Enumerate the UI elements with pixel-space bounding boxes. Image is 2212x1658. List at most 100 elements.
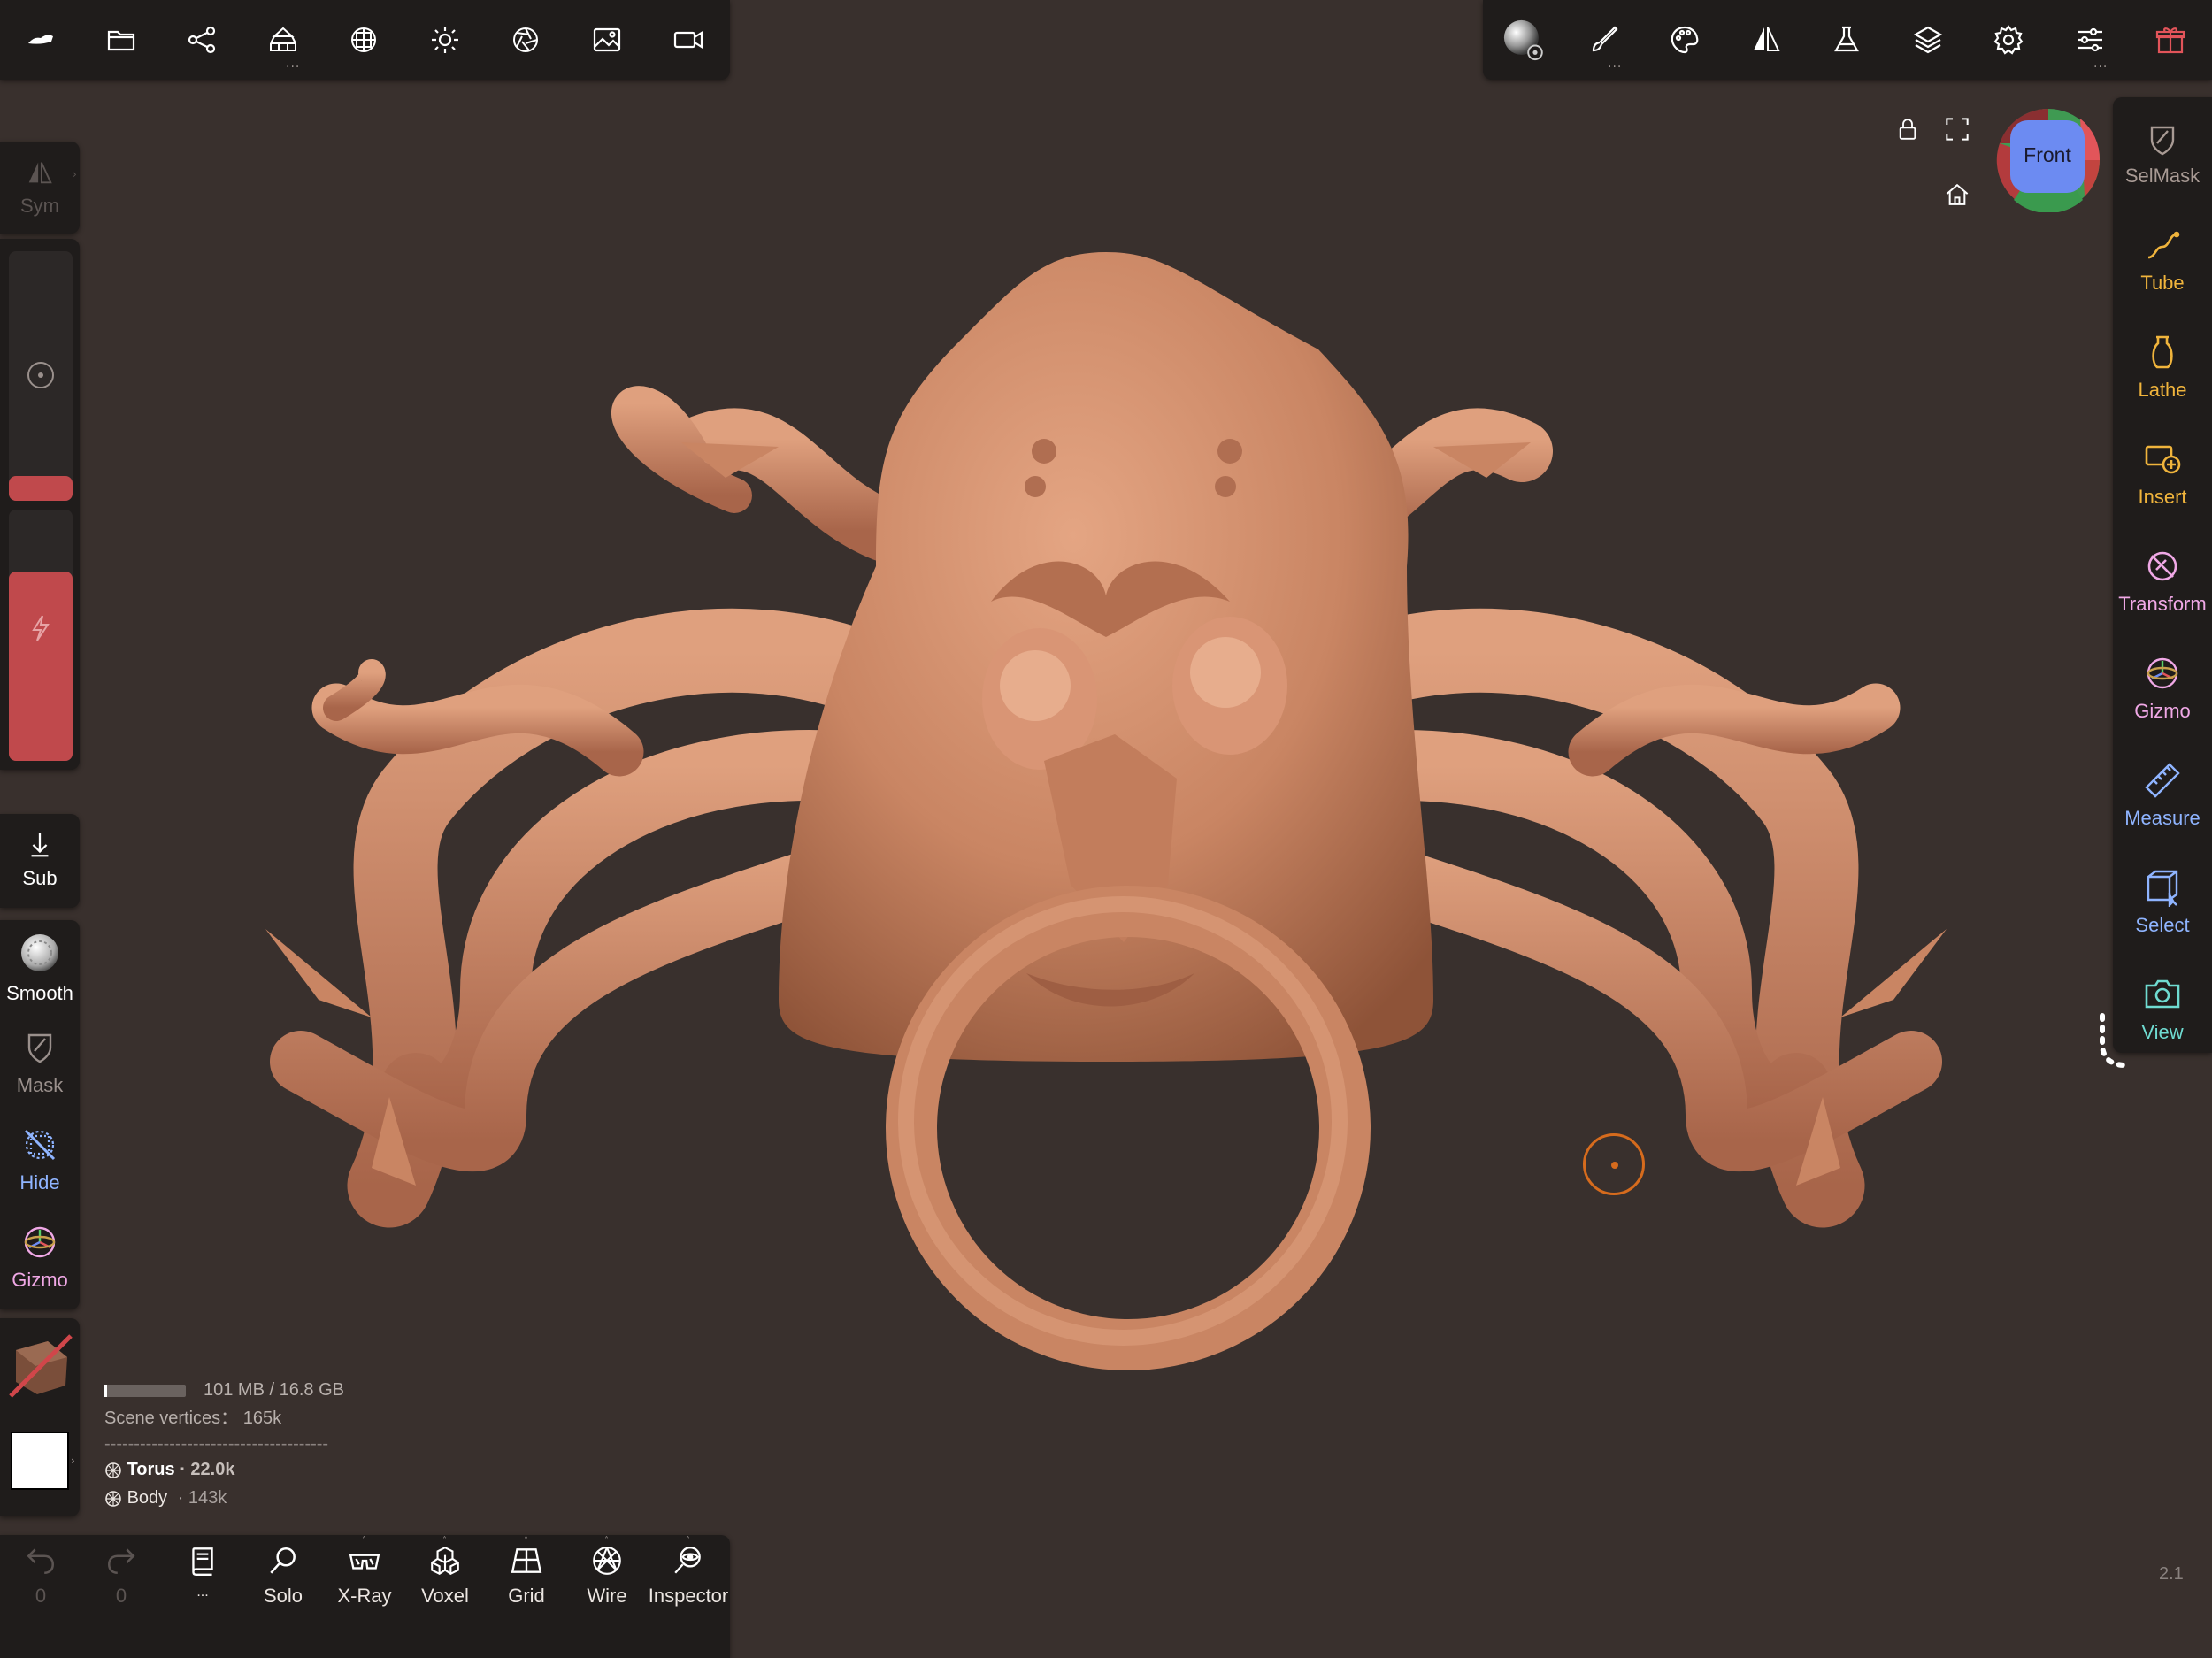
mesh-object-icon: [105, 1490, 121, 1507]
xray-button[interactable]: X-Ray: [324, 1544, 405, 1608]
object-name: Torus: [127, 1460, 175, 1479]
tool-label: Gizmo: [2134, 700, 2191, 722]
selmask-icon: [2150, 126, 2175, 156]
hide-icon: [24, 1129, 56, 1161]
radius-slider-fill: [9, 476, 73, 501]
undo-button[interactable]: 0: [0, 1544, 81, 1608]
xray-glasses-icon: [349, 1554, 380, 1570]
scene-stats: 101 MB / 16.8 GB Scene vertices： 165k --…: [104, 1376, 352, 1512]
tool-label: Smooth: [6, 982, 73, 1004]
tool-lathe[interactable]: Lathe: [2113, 320, 2212, 418]
stats-divider: --------------------------------------: [104, 1434, 329, 1454]
version-label: 2.1: [2159, 1564, 2184, 1584]
intensity-slider-fill: [9, 572, 73, 761]
gizmo-icon: [24, 1226, 56, 1258]
radius-icon: [27, 362, 54, 388]
tool-label: Lathe: [2138, 379, 2187, 401]
voxel-label: Voxel: [421, 1585, 469, 1607]
inspector-label: Inspector: [648, 1585, 729, 1607]
swatch-chevron-icon: ›: [71, 1455, 75, 1467]
ruler-icon: [2145, 763, 2180, 798]
tool-label: Mask: [16, 1074, 64, 1096]
book-icon: [192, 1547, 213, 1576]
object-name: Body: [127, 1488, 168, 1508]
sub-toggle[interactable]: Sub: [0, 830, 80, 890]
tool-label: Select: [2135, 914, 2190, 936]
tool-insert[interactable]: Insert: [2113, 427, 2212, 525]
intensity-slider[interactable]: [9, 510, 73, 761]
memory-bar-fill: [104, 1384, 107, 1397]
search-icon: [270, 1547, 296, 1574]
sym-toggle[interactable]: Sym: [0, 157, 80, 218]
tool-label: Gizmo: [12, 1269, 68, 1291]
tool-label: Insert: [2138, 486, 2187, 508]
tool-label: Tube: [2140, 272, 2185, 294]
grid-options-dot: ˄: [524, 1536, 528, 1546]
select-icon: [2147, 870, 2178, 908]
inspector-button[interactable]: Inspector: [648, 1544, 729, 1608]
tool-label: Hide: [19, 1171, 60, 1194]
solo-button[interactable]: Solo: [242, 1544, 324, 1608]
tool-transform[interactable]: Transform: [2113, 534, 2212, 632]
tool-smooth[interactable]: Smooth: [0, 931, 80, 1005]
tool-gizmo-left[interactable]: Gizmo: [0, 1223, 80, 1292]
object-row[interactable]: Torus · 22.0k: [104, 1455, 352, 1484]
matcap-disabled-icon: [9, 1334, 73, 1398]
redo-button[interactable]: 0: [81, 1544, 162, 1608]
arrow-down-icon: [31, 833, 49, 857]
voxel-options-dot: ˄: [442, 1536, 447, 1546]
inspector-icon: [674, 1547, 701, 1574]
redo-icon: [108, 1548, 135, 1574]
inspector-options-dot: ˄: [686, 1536, 690, 1546]
panel-drag-handle[interactable]: [2093, 1009, 2147, 1079]
undo-count: 0: [35, 1585, 47, 1607]
voxel-button[interactable]: Voxel: [404, 1544, 486, 1608]
gizmo-icon: [2147, 657, 2178, 689]
tool-label: Transform: [2118, 593, 2207, 615]
grid-button[interactable]: Grid: [486, 1544, 567, 1608]
intensity-icon: [32, 615, 50, 641]
color-swatch[interactable]: [11, 1432, 69, 1490]
memory-usage: 101 MB / 16.8 GB: [204, 1380, 344, 1400]
voxel-icon: [431, 1547, 459, 1575]
tool-label: SelMask: [2124, 165, 2200, 187]
undo-icon: [27, 1548, 54, 1574]
tool-selmask[interactable]: SelMask: [2113, 106, 2212, 203]
tool-measure[interactable]: Measure: [2113, 748, 2212, 846]
xray-label: X-Ray: [337, 1585, 392, 1607]
sym-label: Sym: [20, 195, 59, 217]
radius-slider[interactable]: [9, 251, 73, 501]
transform-icon: [2147, 551, 2177, 581]
object-vertex-count: · 143k: [177, 1488, 227, 1508]
grid-label: Grid: [508, 1585, 545, 1607]
object-vertex-count: · 22.0k: [180, 1460, 235, 1479]
insert-icon: [2145, 445, 2181, 474]
wire-options-dot: ˄: [604, 1536, 609, 1546]
wire-label: Wire: [587, 1585, 627, 1607]
redo-count: 0: [115, 1585, 127, 1607]
tool-mask[interactable]: Mask: [0, 1028, 80, 1097]
matcap-preview[interactable]: [7, 1332, 74, 1400]
tool-tube[interactable]: Tube: [2113, 213, 2212, 311]
tool-hide[interactable]: Hide: [0, 1125, 80, 1194]
history-button[interactable]: ...: [162, 1544, 243, 1600]
solo-label: Solo: [263, 1585, 303, 1607]
lathe-icon: [2152, 335, 2173, 369]
wire-button[interactable]: Wire: [566, 1544, 648, 1608]
smooth-brush-icon: [21, 934, 58, 971]
mask-icon: [27, 1033, 52, 1063]
mesh-object-icon: [105, 1462, 121, 1478]
brush-cursor: [1583, 1133, 1645, 1195]
wireframe-icon: [593, 1547, 621, 1575]
memory-row: 101 MB / 16.8 GB: [104, 1376, 352, 1404]
object-row[interactable]: Body · 143k: [104, 1484, 352, 1512]
sym-chevron-icon: ›: [73, 168, 77, 180]
sub-label: Sub: [22, 867, 58, 889]
tool-label: Measure: [2124, 807, 2200, 829]
tool-select[interactable]: Select: [2113, 856, 2212, 953]
camera-icon: [2145, 979, 2180, 1009]
tool-gizmo[interactable]: Gizmo: [2113, 641, 2212, 739]
tube-icon: [2147, 231, 2180, 259]
history-more: ...: [196, 1585, 209, 1600]
scene-vertices: Scene vertices： 165k: [104, 1409, 282, 1428]
